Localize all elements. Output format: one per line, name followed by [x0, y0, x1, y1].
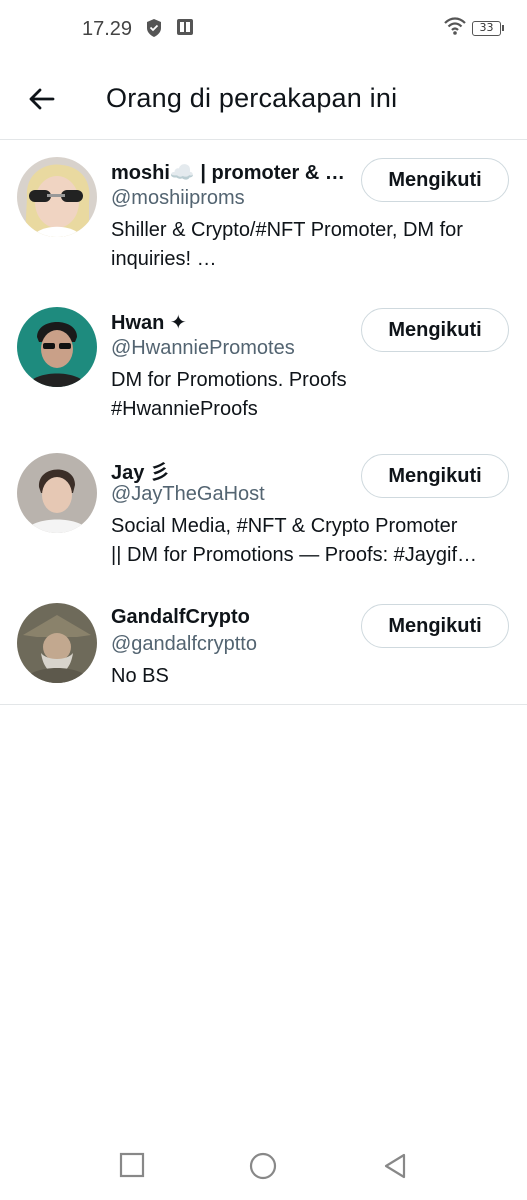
user-bio: DM for Promotions. Proofs #HwannieProofs: [111, 366, 511, 424]
avatar[interactable]: [17, 603, 97, 683]
page-title: Orang di percakapan ini: [106, 83, 398, 113]
avatar[interactable]: [17, 453, 97, 533]
avatar[interactable]: [17, 157, 97, 237]
user-name[interactable]: Jay 彡: [111, 456, 357, 485]
bio-line: No BS: [111, 665, 169, 687]
app-notification-icon: [177, 19, 193, 35]
user-bio: Shiller & Crypto/#NFT Promoter, DM for i…: [111, 216, 511, 274]
header: Orang di percakapan ini: [0, 60, 527, 140]
bio-line: Shiller & Crypto/#NFT Promoter, DM for: [111, 219, 463, 241]
user-handle[interactable]: @gandalfcryptto: [111, 633, 257, 656]
user-name[interactable]: Hwan ✦: [111, 310, 357, 335]
bio-line: || DM for Promotions — Proofs: #Jaygif…: [111, 544, 478, 566]
user-handle[interactable]: @moshiiproms: [111, 187, 245, 210]
following-button[interactable]: Mengikuti: [361, 158, 509, 202]
bio-line: DM for Promotions. Proofs: [111, 369, 347, 391]
status-bar: 17.29 33: [0, 0, 527, 60]
shield-icon: [147, 19, 161, 37]
user-bio: No BS: [111, 662, 511, 691]
bio-line: inquiries! …: [111, 248, 217, 270]
square-icon[interactable]: [119, 1152, 145, 1178]
bio-line: #HwannieProofs: [111, 398, 258, 420]
system-nav-bar: [0, 1140, 527, 1200]
following-button[interactable]: Mengikuti: [361, 604, 509, 648]
following-button[interactable]: Mengikuti: [361, 308, 509, 352]
following-button[interactable]: Mengikuti: [361, 454, 509, 498]
wifi-icon: [444, 17, 466, 35]
triangle-back-icon[interactable]: [382, 1152, 408, 1180]
divider: [0, 704, 527, 705]
status-time: 17.29: [82, 18, 133, 40]
battery-level: 33: [479, 21, 494, 34]
avatar[interactable]: [17, 307, 97, 387]
user-bio: Social Media, #NFT & Crypto Promoter || …: [111, 512, 511, 570]
circle-icon[interactable]: [249, 1152, 277, 1180]
battery-icon: 33: [472, 21, 504, 36]
user-handle[interactable]: @HwanniePromotes: [111, 337, 295, 360]
user-handle[interactable]: @JayTheGaHost: [111, 483, 265, 506]
user-name[interactable]: moshi☁️ | promoter & …: [111, 160, 357, 185]
bio-line: Social Media, #NFT & Crypto Promoter: [111, 515, 458, 537]
arrow-left-icon[interactable]: [26, 84, 56, 114]
user-name[interactable]: GandalfCrypto: [111, 606, 357, 629]
